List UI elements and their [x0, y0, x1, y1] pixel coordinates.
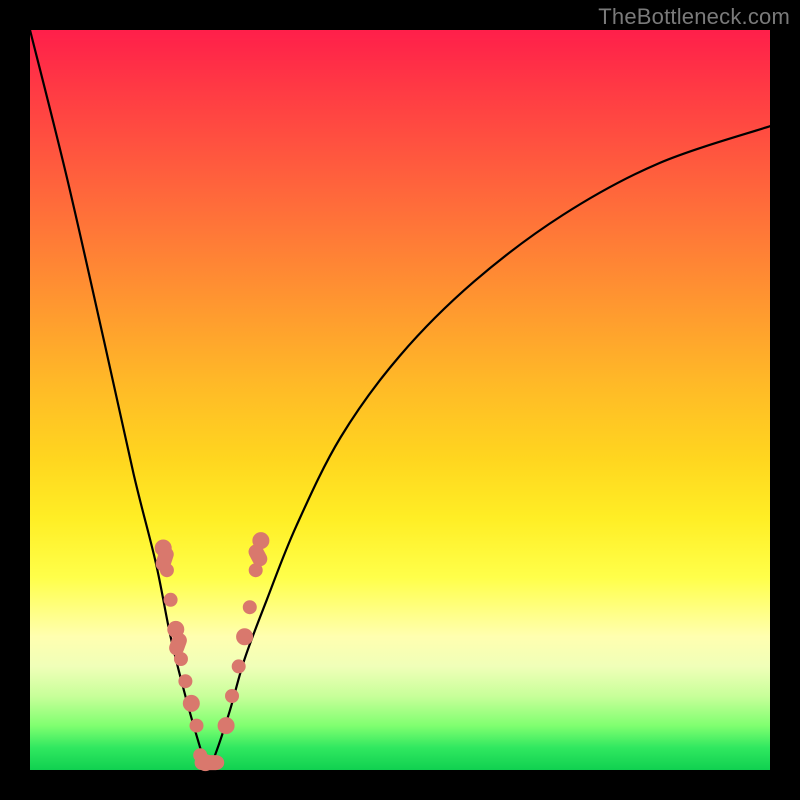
chart-frame: TheBottleneck.com: [0, 0, 800, 800]
bead-capsule: [195, 756, 223, 770]
bead: [237, 629, 253, 645]
bead: [218, 718, 234, 734]
plot-area: [30, 30, 770, 770]
bead: [232, 660, 245, 673]
bead: [164, 593, 177, 606]
bead-group: [154, 533, 269, 771]
curve-layer: [30, 30, 770, 770]
bottleneck-curve: [30, 30, 770, 770]
bead: [243, 601, 256, 614]
watermark-text: TheBottleneck.com: [598, 4, 790, 30]
bead: [190, 719, 203, 732]
bead: [179, 675, 192, 688]
bead: [226, 690, 239, 703]
bead: [183, 695, 199, 711]
